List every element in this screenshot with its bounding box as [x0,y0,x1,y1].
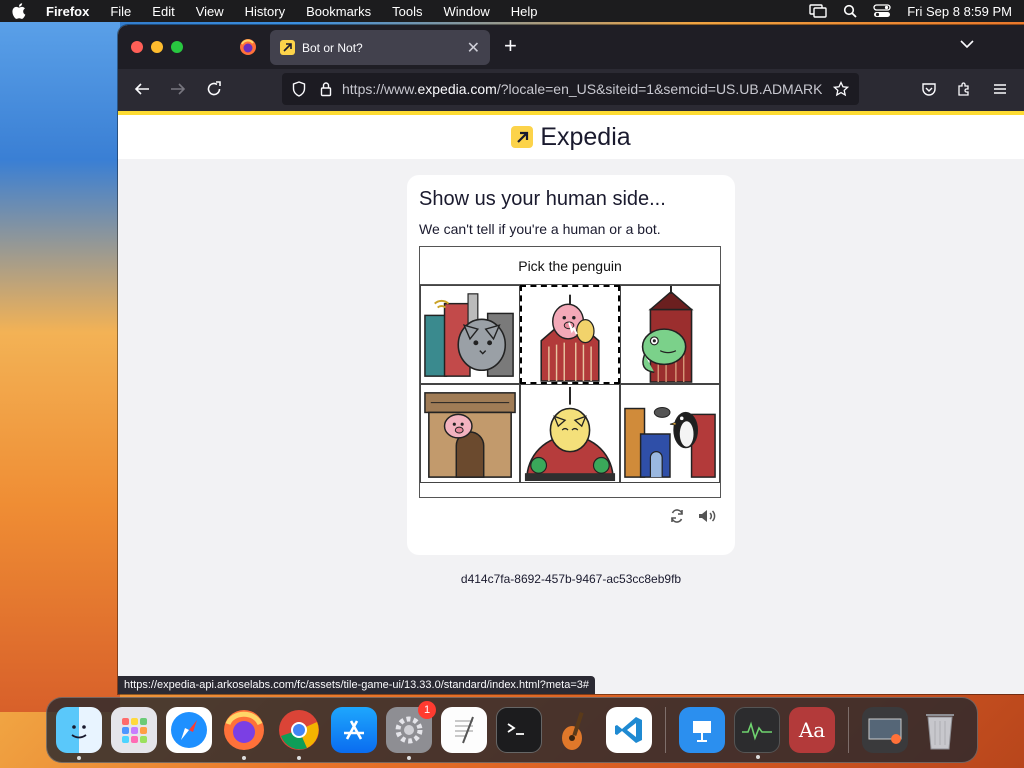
menu-file[interactable]: File [110,4,131,19]
dock-running-indicator [407,756,411,760]
captcha-card: Show us your human side... We can't tell… [407,175,735,555]
dock-separator [848,707,849,753]
close-tab-icon[interactable]: ✕ [467,38,480,58]
hamburger-menu-icon[interactable] [992,81,1008,97]
dock-safari-icon[interactable] [166,707,212,753]
new-tab-icon[interactable]: + [504,35,517,57]
dock-keynote-icon[interactable] [679,707,725,753]
dock-trash-icon[interactable] [917,707,963,753]
tile-5-cat-on-dome[interactable] [520,384,620,483]
dock-separator [665,707,666,753]
close-window-button[interactable] [131,41,143,53]
menu-bookmarks[interactable]: Bookmarks [306,4,371,19]
menu-window[interactable]: Window [444,4,490,19]
menu-help[interactable]: Help [511,4,538,19]
apple-icon[interactable] [12,3,26,19]
captcha-subheading: We can't tell if you're a human or a bot… [419,221,661,237]
url-rest: /?locale=en_US&siteid=1&semcid=US.UB.ADM… [496,81,822,97]
dock-terminal-icon[interactable] [496,707,542,753]
expedia-logo[interactable]: Expedia [511,122,631,152]
puzzle-tile-grid [420,285,720,483]
pocket-icon[interactable] [921,81,937,97]
firefox-view-icon[interactable] [239,38,257,56]
request-id: d414c7fa-8692-457b-9467-ac53cc8eb9fb [460,572,682,586]
url-prefix: https://www. [342,81,418,97]
control-center-icon[interactable] [873,4,891,18]
zoom-window-button[interactable] [171,41,183,53]
menu-edit[interactable]: Edit [152,4,174,19]
dock-garageband-icon[interactable] [551,707,597,753]
captcha-heading: Show us your human side... [419,188,666,210]
lock-icon[interactable] [320,81,332,97]
dock-app-store-icon[interactable] [331,707,377,753]
window-controls [131,41,183,53]
dock-vscode-icon[interactable] [606,707,652,753]
expedia-favicon-icon [280,40,295,55]
dock-launchpad-icon[interactable] [111,707,157,753]
forward-arrow-icon[interactable] [170,81,186,97]
tile-4-pig-on-arch[interactable] [420,384,520,483]
puzzle-instruction: Pick the penguin [420,247,720,285]
dock-chrome-icon[interactable] [276,707,322,760]
dock-screenshot-icon[interactable] [862,707,908,753]
puzzle-controls [669,508,717,524]
tab-bar: Bot or Not? ✕ + [118,25,1024,69]
dock: 1 Aa [46,697,978,763]
expedia-logo-icon [511,126,534,148]
dock-textedit-icon[interactable] [441,707,487,753]
menu-tools[interactable]: Tools [392,4,422,19]
tab-bot-or-not[interactable]: Bot or Not? ✕ [270,30,490,65]
tile-1-cat-in-city[interactable] [420,285,520,384]
dock-running-indicator [297,756,301,760]
tracking-protection-shield-icon[interactable] [292,81,306,97]
url-text[interactable]: https://www.expedia.com/?locale=en_US&si… [342,81,822,97]
dock-finder-icon[interactable] [56,707,102,760]
screen-mirroring-icon[interactable] [809,4,827,18]
dock-running-indicator [242,756,246,760]
tab-title: Bot or Not? [302,40,363,55]
audio-challenge-icon[interactable] [697,508,717,524]
page-content: Expedia Show us your human side... We ca… [118,115,1024,694]
dock-dictionary-icon[interactable]: Aa [789,707,835,753]
expedia-header: Expedia [118,115,1024,159]
dock-running-indicator [756,755,760,759]
captcha-puzzle: Pick the penguin [419,246,721,498]
minimize-window-button[interactable] [151,41,163,53]
list-all-tabs-chevron-icon[interactable] [960,39,974,49]
bookmark-star-icon[interactable] [833,81,849,97]
dock-firefox-icon[interactable] [221,707,267,760]
tile-6-penguin-in-city[interactable] [620,384,720,483]
refresh-puzzle-icon[interactable] [669,508,685,524]
tile-2-pig-on-church[interactable] [520,285,620,384]
menu-bar: Firefox File Edit View History Bookmarks… [0,0,1024,22]
tile-3-chameleon-church[interactable] [620,285,720,384]
expedia-logo-text: Expedia [540,122,631,151]
address-bar[interactable]: https://www.expedia.com/?locale=en_US&si… [282,73,859,105]
spotlight-search-icon[interactable] [843,4,857,18]
reload-icon[interactable] [206,81,222,97]
dock-running-indicator [77,756,81,760]
extensions-puzzle-icon[interactable] [956,81,972,97]
menu-app-firefox[interactable]: Firefox [46,4,89,19]
link-status-bar: https://expedia-api.arkoselabs.com/fc/as… [118,676,596,694]
desktop-wallpaper [0,22,120,712]
menubar-clock[interactable]: Fri Sep 8 8:59 PM [907,4,1012,19]
settings-notification-badge: 1 [418,701,436,719]
browser-window: Bot or Not? ✕ + https://www.expedia.com/… [118,25,1024,694]
navigation-toolbar: https://www.expedia.com/?locale=en_US&si… [118,69,1024,111]
menu-view[interactable]: View [196,4,224,19]
back-arrow-icon[interactable] [134,81,150,97]
url-domain: expedia.com [417,81,497,97]
menu-history[interactable]: History [245,4,285,19]
dock-activity-monitor-icon[interactable] [734,707,780,759]
dock-system-settings-icon[interactable]: 1 [386,701,436,760]
